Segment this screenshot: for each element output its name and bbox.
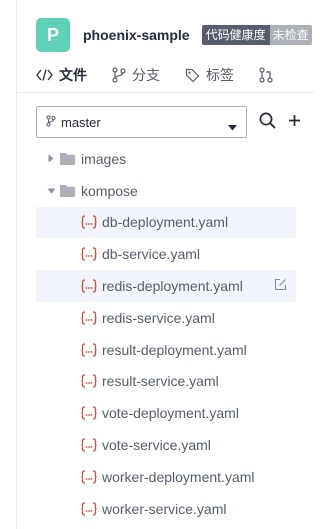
tabs-divider xyxy=(16,92,314,93)
tab-branches[interactable]: 分支 xyxy=(112,63,160,87)
yaml-file-icon xyxy=(81,343,97,357)
yaml-file-icon xyxy=(81,311,97,325)
search-icon xyxy=(259,112,276,134)
tree-file-label: db-service.yaml xyxy=(102,246,201,263)
tree-file-label: result-service.yaml xyxy=(102,373,219,390)
tree-file-label: db-deployment.yaml xyxy=(102,214,229,231)
left-divider xyxy=(16,0,17,529)
chevron-down-icon[interactable] xyxy=(44,188,58,194)
tree-file-item[interactable]: vote-service.yaml xyxy=(36,429,296,461)
tree-file-label: vote-deployment.yaml xyxy=(102,405,239,422)
file-tree: images kompose db-deployment.yaml db-serv… xyxy=(36,143,296,525)
yaml-file-icon xyxy=(81,470,97,484)
tree-file-label: redis-deployment.yaml xyxy=(102,278,243,295)
plus-icon xyxy=(288,111,301,132)
tree-folder-images[interactable]: images xyxy=(36,143,296,175)
code-icon xyxy=(36,69,53,81)
tree-file-label: result-deployment.yaml xyxy=(102,341,247,358)
tree-file-label: worker-deployment.yaml xyxy=(102,468,255,485)
tree-file-item[interactable]: worker-service.yaml xyxy=(36,493,296,525)
tab-branches-label: 分支 xyxy=(132,67,160,83)
tree-file-label: redis-service.yaml xyxy=(102,309,215,326)
branch-selector-value: master xyxy=(61,114,101,130)
repo-header: P phoenix-sample 代码健康度 未检查 xyxy=(36,18,312,52)
branch-selector[interactable]: master xyxy=(36,106,247,138)
chevron-down-icon xyxy=(228,119,237,134)
yaml-file-icon xyxy=(81,502,97,516)
yaml-file-icon xyxy=(81,406,97,420)
tab-files[interactable]: 文件 xyxy=(36,63,87,87)
tab-merge-requests[interactable] xyxy=(259,63,279,87)
search-button[interactable] xyxy=(258,112,276,134)
yaml-file-icon xyxy=(81,438,97,452)
repo-tabs: 文件 分支 标签 xyxy=(36,62,304,88)
tree-file-item[interactable]: db-service.yaml xyxy=(36,238,296,270)
folder-icon xyxy=(60,152,75,165)
add-file-button[interactable] xyxy=(286,113,302,131)
tab-tags[interactable]: 标签 xyxy=(185,63,234,87)
code-health-badge[interactable]: 代码健康度 未检查 xyxy=(201,25,312,45)
tab-tags-label: 标签 xyxy=(206,67,234,83)
tree-file-item[interactable]: worker-deployment.yaml xyxy=(36,461,296,493)
repo-avatar: P xyxy=(36,18,70,52)
merge-request-icon xyxy=(259,67,273,83)
tree-file-label: vote-service.yaml xyxy=(102,437,211,454)
tree-folder-kompose[interactable]: kompose xyxy=(36,175,296,207)
tree-file-item[interactable]: redis-service.yaml xyxy=(36,302,296,334)
tree-folder-label: kompose xyxy=(81,182,138,199)
tree-file-item[interactable]: db-deployment.yaml xyxy=(36,206,296,239)
branch-icon xyxy=(112,67,126,83)
chevron-right-icon[interactable] xyxy=(44,154,58,163)
folder-icon xyxy=(60,184,75,197)
repository-file-panel: P phoenix-sample 代码健康度 未检查 文件 分支 标签 mast… xyxy=(0,0,314,529)
tree-file-item[interactable]: result-deployment.yaml xyxy=(36,334,296,366)
yaml-file-icon xyxy=(81,247,97,261)
code-health-status: 未检查 xyxy=(269,25,312,45)
tab-files-label: 文件 xyxy=(59,67,87,83)
tree-file-item[interactable]: redis-deployment.yaml xyxy=(36,270,296,302)
edit-icon[interactable] xyxy=(274,278,287,291)
yaml-file-icon xyxy=(81,215,97,230)
branch-icon xyxy=(46,114,56,130)
tag-icon xyxy=(185,68,200,83)
yaml-file-icon xyxy=(81,279,97,293)
tree-file-item[interactable]: vote-deployment.yaml xyxy=(36,397,296,429)
repo-name[interactable]: phoenix-sample xyxy=(83,27,190,43)
tree-file-item[interactable]: result-service.yaml xyxy=(36,366,296,398)
yaml-file-icon xyxy=(81,374,97,389)
tree-file-label: worker-service.yaml xyxy=(102,500,227,517)
tree-folder-label: images xyxy=(81,150,127,167)
code-health-label: 代码健康度 xyxy=(201,25,270,45)
